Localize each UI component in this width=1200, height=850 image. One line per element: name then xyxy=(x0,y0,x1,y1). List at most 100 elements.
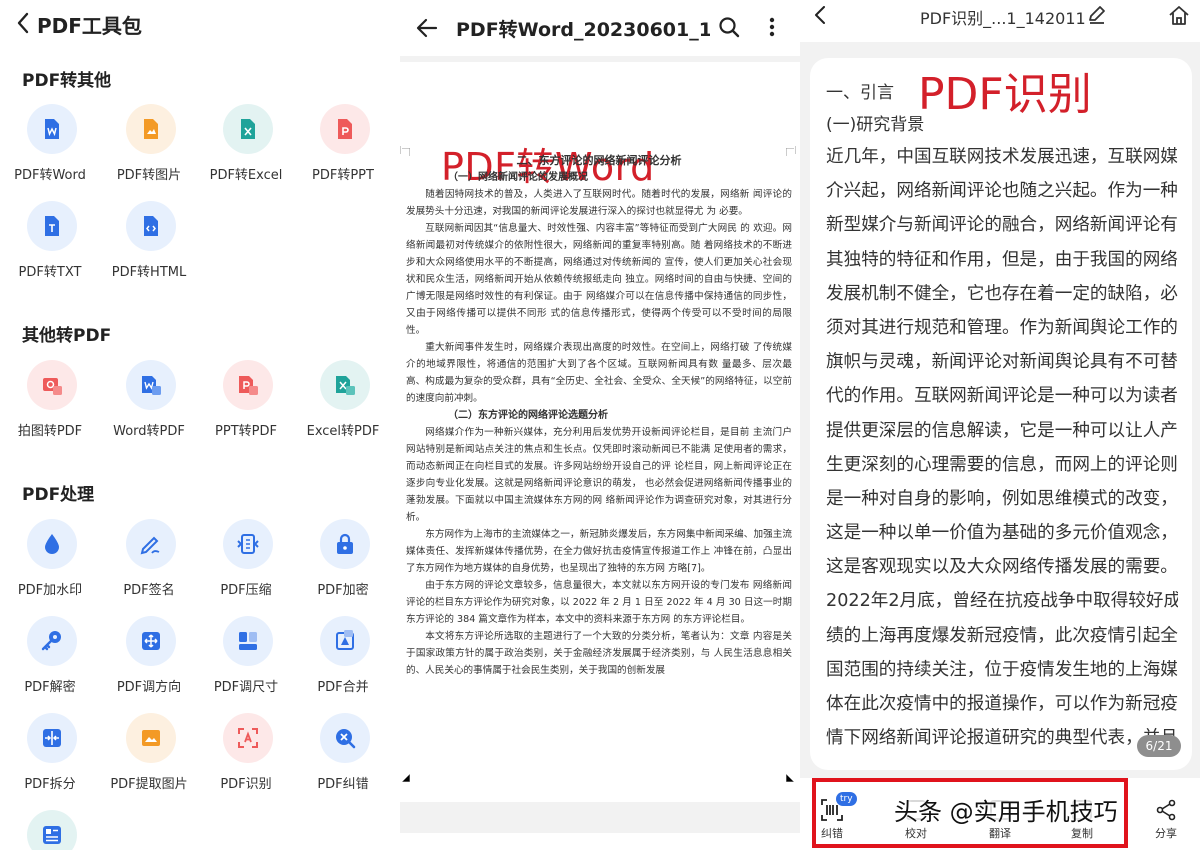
tool-txt-file[interactable]: PDF转TXT xyxy=(0,201,100,281)
ocr-line: 其独特的特征和作用，但是，由于我国的网络 xyxy=(826,249,1178,270)
tool-icon-circle xyxy=(27,810,77,850)
tool-label: PDF转图片 xyxy=(116,168,182,183)
sub-heading: (一)研究背景 xyxy=(826,115,925,135)
more-vertical-icon[interactable] xyxy=(766,15,778,39)
back-chevron-icon[interactable] xyxy=(16,12,30,34)
search-fix-icon xyxy=(336,729,356,749)
overlay-label: PDF识别 xyxy=(918,69,1092,120)
back-chevron-icon[interactable] xyxy=(814,6,826,24)
toolbar-label: 分享 xyxy=(1155,827,1177,840)
tool-watermark-drop[interactable]: PDF加水印 xyxy=(0,519,100,599)
doc-paragraphs: 网络媒介作为一种新兴媒体，充分利用后发优势开设新闻评论栏目，是目前 主流门户网站… xyxy=(406,424,792,679)
tool-photo-to-pdf[interactable]: 拍图转PDF xyxy=(0,360,100,440)
tool-label: Word转PDF xyxy=(113,424,185,439)
image-file-icon xyxy=(144,119,158,139)
section-heading: 一、引言 xyxy=(826,83,894,103)
tool-split[interactable]: PDF拆分 xyxy=(0,713,100,793)
lock-icon xyxy=(337,533,353,554)
doc-paragraph: 东方网作为上海市的主流媒体之一，新冠肺炎爆发后，东方网集中新闻采编、加强主流媒体… xyxy=(406,529,792,574)
ocr-line: 是一种对自身的影响，例如思维模式的改变， xyxy=(826,488,1178,509)
tool-key[interactable]: PDF解密 xyxy=(0,616,100,696)
ocr-scan-icon xyxy=(238,728,258,748)
tool-word-to-pdf[interactable]: Word转PDF xyxy=(99,360,199,440)
resize-icon xyxy=(239,632,257,650)
tool-label: PDF转Excel xyxy=(209,168,283,183)
ocr-line: 2022年2月底，曾经在抗疫战争中取得较好成 xyxy=(826,591,1178,612)
ocr-line: 这是一种以单一价值为基础的多元价值观念， xyxy=(826,523,1178,544)
excel-to-pdf-icon xyxy=(336,376,355,395)
tool-extract-image[interactable]: PDF提取图片 xyxy=(99,713,199,793)
tool-icon-circle xyxy=(223,616,273,666)
search-icon[interactable] xyxy=(718,16,740,38)
tool-html-file[interactable]: PDF转HTML xyxy=(99,201,199,281)
tool-search-fix[interactable]: PDF纠错 xyxy=(293,713,393,793)
tool-excel-file[interactable]: PDF转Excel xyxy=(196,104,296,184)
ocr-header: PDF识别_...1_142011 xyxy=(800,0,1200,42)
ocr-line: 新型媒介与新闻评论的融合，网络新闻评论有 xyxy=(826,215,1178,236)
doc-paragraph: 网络媒介作为一种新兴媒体，充分利用后发优势开设新闻评论栏目，是目前 主流门户网站… xyxy=(406,427,792,523)
viewer-header: PDF转Word_20230601_1... xyxy=(400,0,800,56)
toolbar-share-button[interactable]: 分享 xyxy=(1136,778,1196,848)
tool-icon-circle xyxy=(320,519,370,569)
tool-label: PDF调方向 xyxy=(116,680,182,695)
document-page[interactable]: PDF转Word 二、东方评论的网络新闻评论分析 （一）网络新闻评论的发展概况 … xyxy=(400,62,800,850)
tool-lock[interactable]: PDF加密 xyxy=(293,519,393,599)
ocr-line: 体在此次疫情中的报道操作，可以作为新冠疫 xyxy=(826,694,1178,714)
ppt-file-icon xyxy=(338,119,352,139)
ocr-line: 国范围的持续关注，位于疫情发生地的上海媒 xyxy=(826,659,1178,680)
tool-image-file[interactable]: PDF转图片 xyxy=(99,104,199,184)
ocr-line: 近几年，中国互联网技术发展迅速，互联网媒 xyxy=(826,147,1178,167)
tool-icon-circle xyxy=(223,360,273,410)
ppt-to-pdf-icon xyxy=(239,376,258,395)
tool-icon-circle xyxy=(320,713,370,763)
tool-compress[interactable]: PDF压缩 xyxy=(196,519,296,599)
tool-icon-circle xyxy=(27,519,77,569)
extract-image-icon xyxy=(142,730,160,746)
tool-label: PDF加密 xyxy=(317,583,369,598)
doc-paragraph: 本文将东方评论所选取的主题进行了一个大致的分类分析，笔者认为：文章 内容是关于国… xyxy=(406,631,792,676)
edit-pencil-icon[interactable] xyxy=(1087,4,1107,24)
ocr-result-card[interactable]: 一、引言 PDF识别 (一)研究背景 近几年，中国互联网技术发展迅速，互联网媒介… xyxy=(810,58,1192,770)
toolkit-header: PDF工具包 xyxy=(0,0,398,46)
tool-ppt-file[interactable]: PDF转PPT xyxy=(293,104,393,184)
doc-subheading: （一）网络新闻评论的发展概况 xyxy=(448,172,588,183)
compress-icon xyxy=(237,534,259,554)
tool-ocr-scan[interactable]: PDF识别 xyxy=(196,713,296,793)
split-icon xyxy=(43,729,61,747)
doc-subheading: （二）东方评论的网络评论选题分析 xyxy=(448,410,608,421)
ocr-line: 旗帜与灵魂，新闻评论对新闻舆论具有不可替 xyxy=(826,352,1178,373)
tool-icon-circle xyxy=(27,104,77,154)
tool-label: PDF调尺寸 xyxy=(213,680,279,695)
section-title: PDF处理 xyxy=(22,485,95,505)
back-arrow-icon[interactable] xyxy=(416,17,438,39)
ocr-line: 绩的上海再度爆发新冠疫情，此次疫情引起全 xyxy=(826,625,1178,646)
share-icon xyxy=(1156,799,1176,821)
tool-list[interactable] xyxy=(0,810,100,850)
html-file-icon xyxy=(144,216,158,236)
next-document-page xyxy=(400,833,800,850)
crop-mark-icon xyxy=(402,774,410,782)
tool-signature-pen[interactable]: PDF签名 xyxy=(99,519,199,599)
word-file-icon xyxy=(45,119,59,139)
home-icon[interactable] xyxy=(1168,4,1190,26)
tool-label: PDF压缩 xyxy=(220,583,272,598)
pdf-to-word-viewer: PDF转Word_20230601_1... PDF转Word 二、东方评论的网… xyxy=(400,0,800,850)
tool-rotate-arrows[interactable]: PDF调方向 xyxy=(99,616,199,696)
key-icon xyxy=(41,631,61,651)
tool-resize[interactable]: PDF调尺寸 xyxy=(196,616,296,696)
tool-ppt-to-pdf[interactable]: PPT转PDF xyxy=(196,360,296,440)
tool-icon-circle xyxy=(126,360,176,410)
tool-word-file[interactable]: PDF转Word xyxy=(0,104,100,184)
tool-label: 拍图转PDF xyxy=(17,424,83,439)
tool-label: PDF转Word xyxy=(14,168,86,183)
tool-merge[interactable]: PDF合并 xyxy=(293,616,393,696)
tool-excel-to-pdf[interactable]: Excel转PDF xyxy=(293,360,393,440)
tool-label: PPT转PDF xyxy=(215,424,277,439)
tool-icon-circle xyxy=(126,616,176,666)
photo-to-pdf-icon xyxy=(43,378,62,395)
document-title: PDF转Word_20230601_1... xyxy=(456,19,710,41)
tool-icon-circle xyxy=(320,360,370,410)
tool-label: PDF拆分 xyxy=(24,777,76,792)
ocr-text[interactable]: 近几年，中国互联网技术发展迅速，互联网媒 介兴起，网络新闻评论也随之兴起。作为一种… xyxy=(826,140,1178,755)
doc-paragraphs: 随着因特网技术的普及，人类进入了互联网时代。随着时代的发展，网络新 闻评论的发展… xyxy=(406,186,792,407)
